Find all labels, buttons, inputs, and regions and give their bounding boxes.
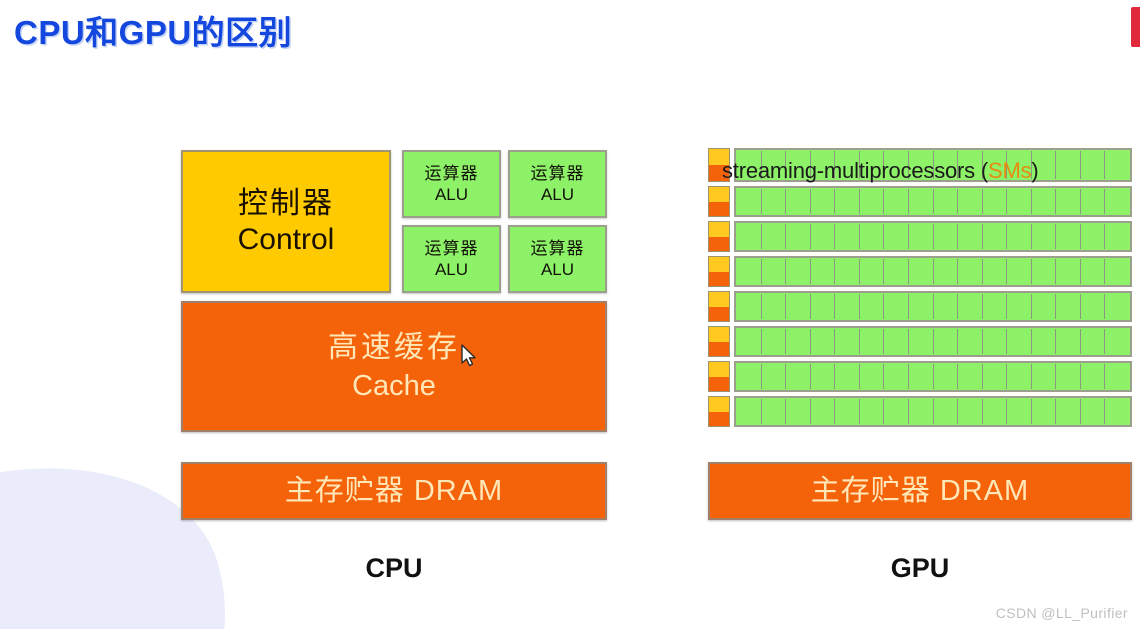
gpu-sm-alu-row [734,186,1132,217]
gpu-sm-row [708,361,1132,392]
cpu-cache-label-cn: 高速缓存 [328,330,460,364]
gpu-sm-control-icon [708,361,730,392]
gpu-sm-alu-row [734,291,1132,322]
gpu-sm-grid [708,148,1132,431]
gpu-sm-row [708,221,1132,252]
gpu-sm-row [708,291,1132,322]
cpu-chip-label: CPU [365,553,423,583]
gpu-sm-control-icon [708,291,730,322]
gpu-sm-alu-row [734,326,1132,357]
gpu-sm-control-icon [708,221,730,252]
cpu-control-label-en: Control [237,222,335,256]
gpu-sm-alu-row [734,256,1132,287]
gpu-dram-label: 主存贮器 DRAM [810,474,1030,507]
cpu-alu-block-2: 运算器 ALU [508,150,607,218]
page-title: CPU和GPU的区别 [14,14,293,51]
gpu-chip-label: GPU [890,553,950,583]
cpu-alu-block-1: 运算器 ALU [402,150,501,218]
gpu-sm-alu-row [734,361,1132,392]
cpu-alu-label-cn: 运算器 [424,164,479,184]
gpu-sm-control-icon [708,186,730,217]
top-right-accent-bar [1131,7,1140,47]
cpu-control-label-cn: 控制器 [238,186,334,220]
gpu-sm-control-icon [708,396,730,427]
gpu-sm-control-icon [708,326,730,357]
cpu-alu-label-en: ALU [434,259,469,279]
cpu-cache-block: 高速缓存 Cache [181,301,607,432]
cpu-alu-label-en: ALU [540,184,575,204]
cpu-alu-label-en: ALU [540,259,575,279]
gpu-sms-caption-suffix: ) [1031,158,1039,183]
cpu-alu-label-cn: 运算器 [424,239,479,259]
cpu-alu-block-3: 运算器 ALU [402,225,501,293]
cpu-alu-block-4: 运算器 ALU [508,225,607,293]
gpu-sm-row [708,256,1132,287]
gpu-sms-caption: streaming-multiprocessors (SMs) [722,158,1039,184]
gpu-sm-row [708,326,1132,357]
watermark: CSDN @LL_Purifier [995,605,1128,621]
cpu-cache-label-en: Cache [352,369,436,402]
cpu-control-block: 控制器 Control [181,150,391,293]
cpu-dram-block: 主存贮器 DRAM [181,462,607,520]
gpu-sms-caption-prefix: streaming-multiprocessors ( [722,158,989,183]
gpu-sm-row [708,396,1132,427]
cpu-dram-label: 主存贮器 DRAM [284,474,504,507]
gpu-sm-alu-row [734,221,1132,252]
gpu-dram-block: 主存贮器 DRAM [708,462,1132,520]
cpu-alu-label-cn: 运算器 [530,164,585,184]
gpu-sm-row [708,186,1132,217]
decorative-corner-shape [0,418,268,629]
slide-canvas: CPU和GPU的区别 控制器 Control 运算器 ALU 运算器 ALU 运… [0,0,1140,629]
gpu-sm-control-icon [708,256,730,287]
gpu-sm-alu-row [734,396,1132,427]
gpu-sms-caption-highlight: SMs [988,158,1032,183]
cpu-alu-label-en: ALU [434,184,469,204]
cpu-alu-label-cn: 运算器 [530,239,585,259]
